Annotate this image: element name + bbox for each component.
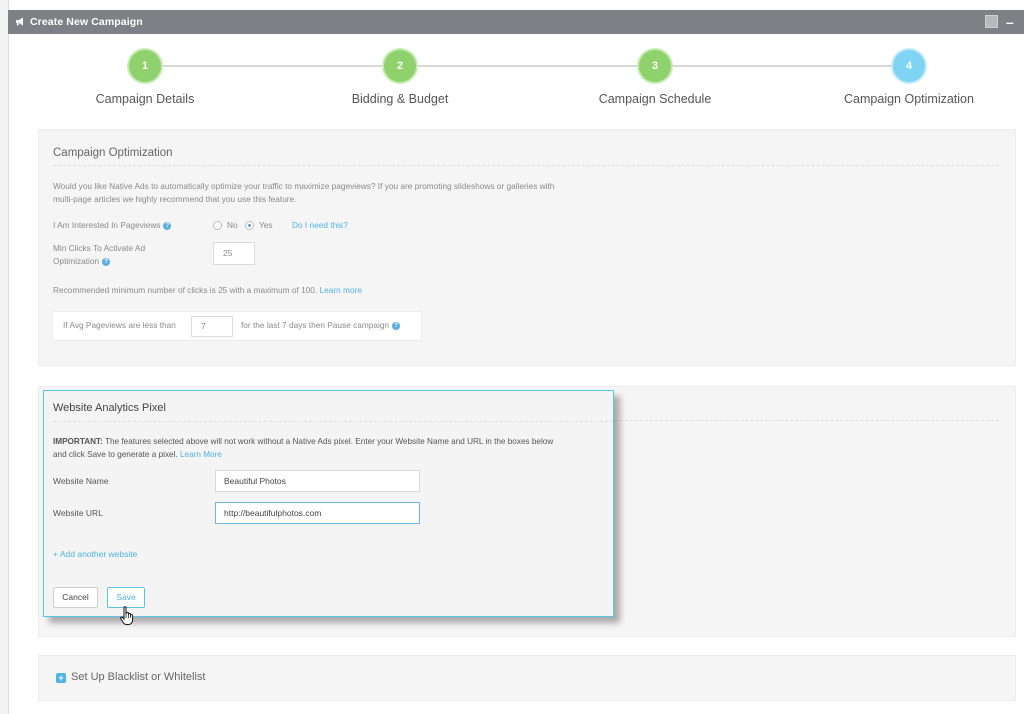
website-name-input[interactable]: Beautiful Photos xyxy=(215,470,420,492)
website-url-input[interactable]: http://beautifulphotos.com xyxy=(215,502,420,524)
important-text-line1: The features selected above will not wor… xyxy=(102,437,554,446)
optimization-section-title: Campaign Optimization xyxy=(53,147,173,159)
step-3-label: Campaign Schedule xyxy=(598,92,712,106)
blacklist-label[interactable]: Set Up Blacklist or Whitelist xyxy=(71,671,205,683)
blacklist-panel[interactable]: + Set Up Blacklist or Whitelist xyxy=(38,655,1016,701)
step-4-circle[interactable]: 4 xyxy=(893,50,925,82)
website-analytics-pixel-dialog: Website Analytics Pixel IMPORTANT: The f… xyxy=(43,390,614,617)
optimization-description-line2: multi-page articles we highly recommend … xyxy=(53,194,297,204)
learn-more-link[interactable]: Learn more xyxy=(320,285,362,295)
step-4-label: Campaign Optimization xyxy=(844,92,974,106)
optimization-description-line1: Would you like Native Ads to automatical… xyxy=(53,181,555,191)
important-text-line2: and click Save to generate a pixel. xyxy=(53,450,178,459)
hand-cursor-icon xyxy=(120,606,134,626)
step-connector xyxy=(670,65,893,67)
help-icon[interactable]: ? xyxy=(163,221,172,230)
maximize-button[interactable] xyxy=(985,15,998,28)
dialog-divider xyxy=(53,421,613,422)
step-1-label: Campaign Details xyxy=(95,92,195,106)
recommend-text: Recommended minimum number of clicks is … xyxy=(53,284,362,297)
pageviews-label: I Am Interested In Pageviews? xyxy=(53,219,172,232)
save-button[interactable]: Save xyxy=(107,587,145,608)
important-label: IMPORTANT: xyxy=(53,437,103,446)
megaphone-icon xyxy=(15,10,25,34)
min-clicks-label-line2: Optimization? xyxy=(53,255,111,268)
minimize-button[interactable]: – xyxy=(1006,10,1014,34)
window-titlebar: Create New Campaign – xyxy=(8,10,1024,34)
website-url-label: Website URL xyxy=(53,508,103,518)
step-connector xyxy=(160,65,384,67)
section-divider xyxy=(53,165,999,166)
expand-plus-icon[interactable]: + xyxy=(56,673,66,683)
section-divider xyxy=(600,420,999,421)
help-icon[interactable]: ? xyxy=(392,321,401,330)
learn-more-link[interactable]: Learn More xyxy=(180,450,222,459)
website-name-label: Website Name xyxy=(53,476,109,486)
help-icon[interactable]: ? xyxy=(102,257,111,266)
important-notice: IMPORTANT: The features selected above w… xyxy=(53,435,613,461)
min-clicks-label-text: Optimization xyxy=(53,256,100,266)
pageviews-label-text: I Am Interested In Pageviews xyxy=(53,220,161,230)
radio-yes[interactable] xyxy=(245,221,254,230)
cancel-button[interactable]: Cancel xyxy=(53,587,98,608)
avg-suffix: for the last 7 days then Pause campaign? xyxy=(241,319,401,332)
radio-no-label: No xyxy=(227,220,238,230)
min-clicks-label-line1: Min Clicks To Activate Ad xyxy=(53,243,146,253)
step-3-circle[interactable]: 3 xyxy=(639,50,671,82)
avg-prefix-text: If Avg Pageviews are less than xyxy=(63,320,176,330)
step-2-circle[interactable]: 2 xyxy=(384,50,416,82)
add-website-link[interactable]: + Add another website xyxy=(53,549,137,559)
step-connector xyxy=(415,65,639,67)
dialog-title: Website Analytics Pixel xyxy=(53,402,166,414)
window-title: Create New Campaign xyxy=(30,16,143,28)
need-this-link[interactable]: Do I need this? xyxy=(292,219,348,232)
recommend-text-body: Recommended minimum number of clicks is … xyxy=(53,285,318,295)
step-1-circle[interactable]: 1 xyxy=(129,50,161,82)
radio-no[interactable] xyxy=(213,221,222,230)
radio-yes-label: Yes xyxy=(259,220,273,230)
min-clicks-input[interactable]: 25 xyxy=(213,242,255,265)
step-2-label: Bidding & Budget xyxy=(351,92,449,106)
avg-pageviews-input[interactable]: 7 xyxy=(191,316,233,337)
avg-suffix-text: for the last 7 days then Pause campaign xyxy=(241,320,390,330)
